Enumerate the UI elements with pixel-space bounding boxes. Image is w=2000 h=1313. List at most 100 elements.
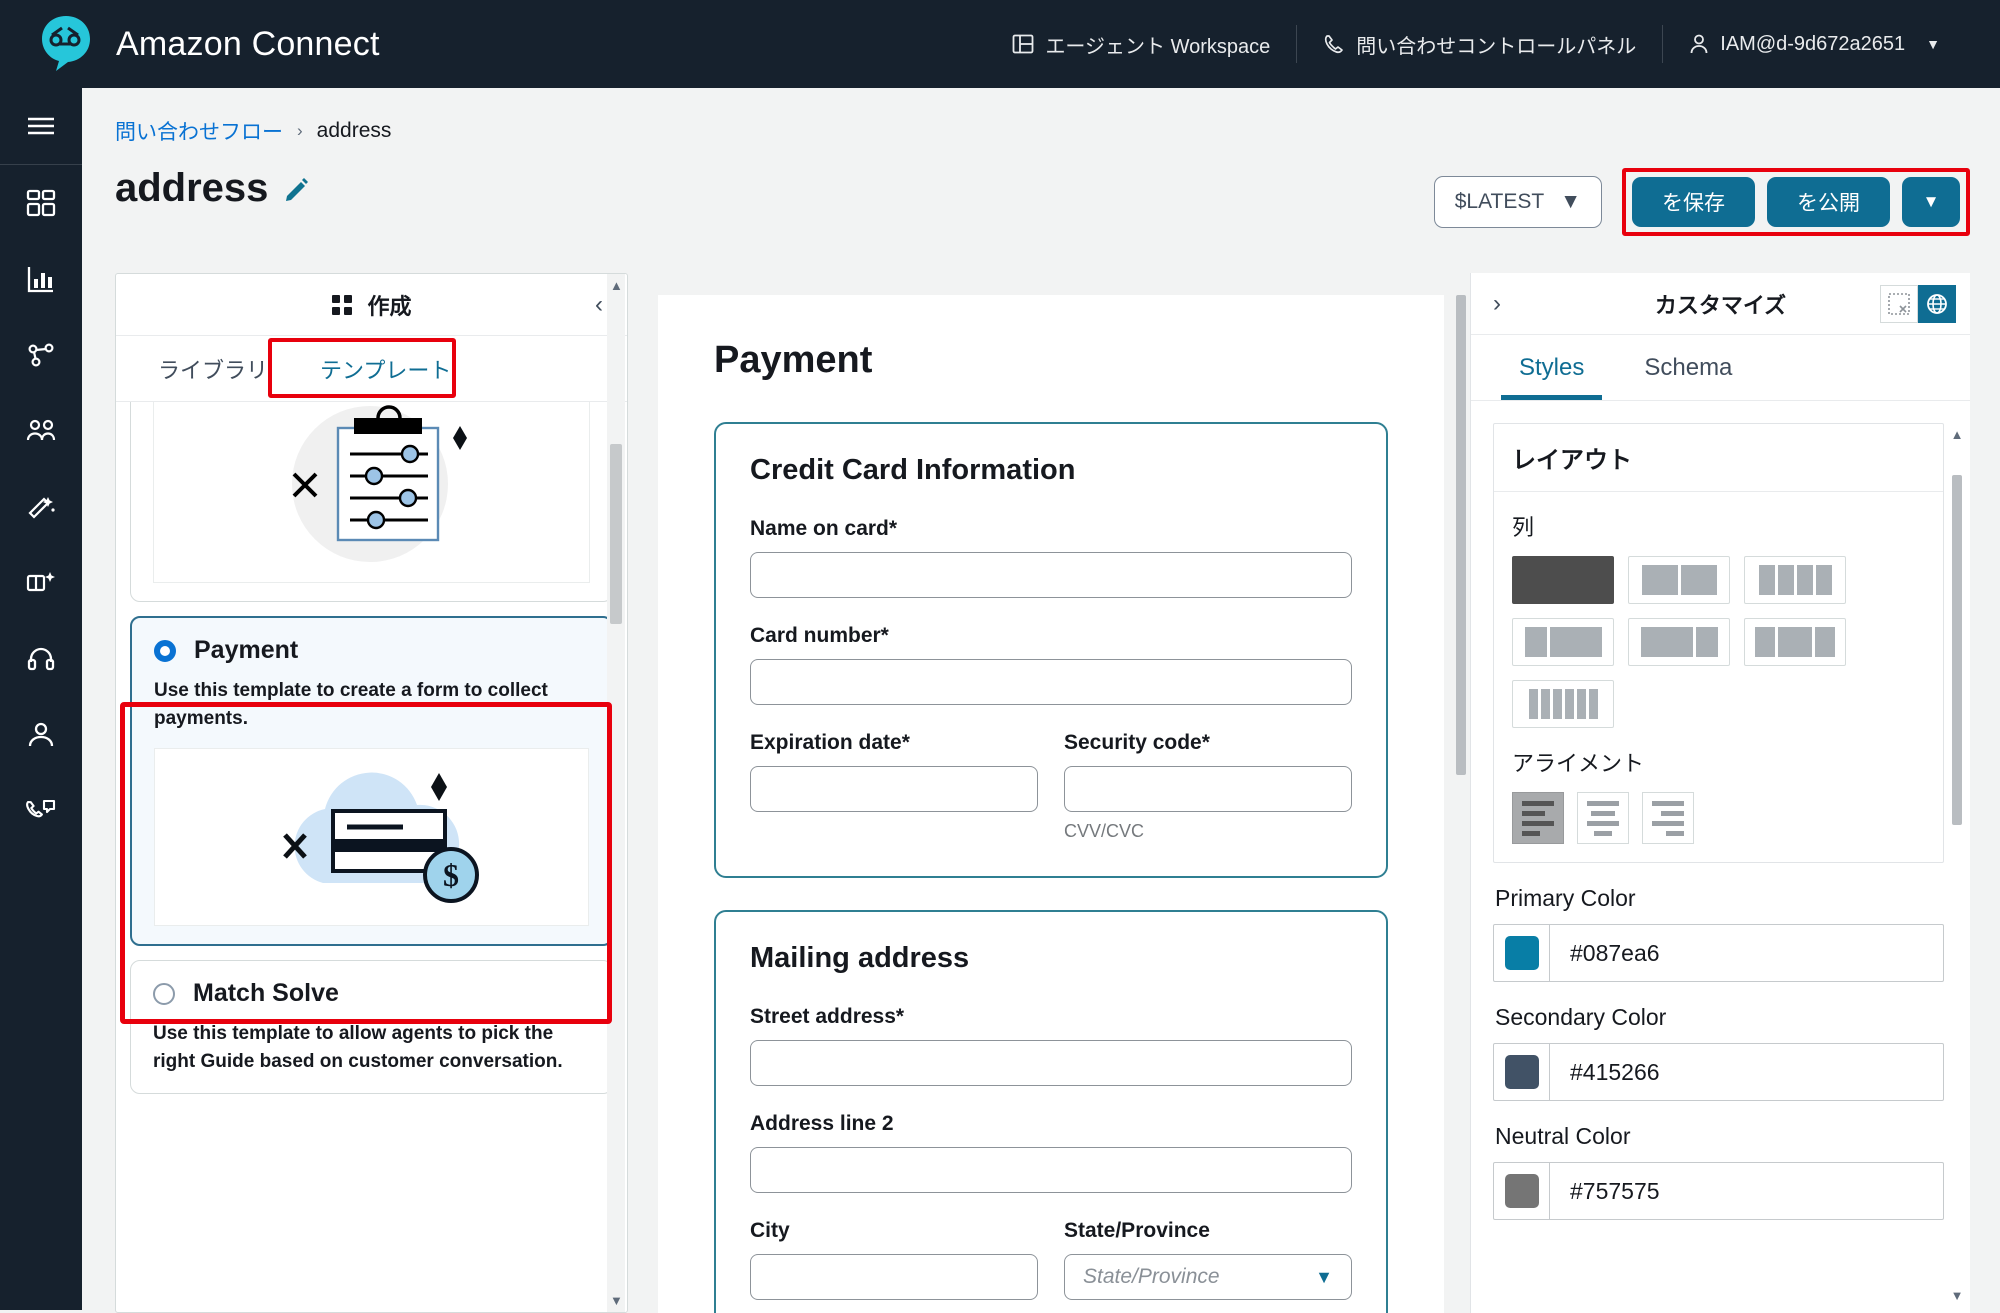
- name-on-card-input[interactable]: [750, 552, 1352, 598]
- sidebar-item-routing[interactable]: [0, 317, 82, 393]
- column-option-1-2-1[interactable]: [1744, 618, 1846, 666]
- sidebar-item-headset[interactable]: [0, 621, 82, 697]
- fieldset-legend-credit-card: Credit Card Information: [750, 454, 1076, 486]
- secondary-color-field[interactable]: #415266: [1493, 1043, 1944, 1101]
- field-security-code: Security code* CVV/CVC: [1064, 731, 1352, 842]
- tab-styles[interactable]: Styles: [1489, 335, 1614, 400]
- fieldset-credit-card: Credit Card Information Name on card* Ca…: [714, 422, 1388, 878]
- field-label: Name on card*: [750, 517, 898, 540]
- routing-flow-icon: [26, 340, 56, 370]
- street-address-input[interactable]: [750, 1040, 1352, 1086]
- column-option-6[interactable]: [1512, 680, 1614, 728]
- phone-chat-icon: [25, 797, 57, 825]
- primary-color-field[interactable]: #087ea6: [1493, 924, 1944, 982]
- customize-panel-body: レイアウト 列 アライメント Primary Color #087ea6 Sec…: [1471, 401, 1970, 1313]
- tab-schema[interactable]: Schema: [1614, 335, 1762, 400]
- tab-templates[interactable]: テンプレート: [294, 336, 477, 401]
- headset-icon: [26, 644, 56, 674]
- scrollbar-thumb[interactable]: [610, 444, 622, 624]
- column-option-1-2[interactable]: [1512, 618, 1614, 666]
- sidebar-item-phone-chat[interactable]: [0, 773, 82, 849]
- chevron-left-icon[interactable]: ‹: [595, 291, 603, 319]
- expiration-date-input[interactable]: [750, 766, 1038, 812]
- sidebar-item-magic[interactable]: [0, 469, 82, 545]
- template-card-match-solve[interactable]: Match Solve Use this template to allow a…: [130, 960, 613, 1095]
- page-title: address: [115, 166, 269, 210]
- secondary-color-value: #415266: [1570, 1058, 1660, 1085]
- template-card-partial[interactable]: [130, 402, 613, 602]
- align-center-icon[interactable]: [1577, 792, 1629, 844]
- state-province-select[interactable]: State/Province ▼: [1064, 1254, 1352, 1300]
- template-radio-match-solve[interactable]: [153, 982, 175, 1005]
- field-street-address: Street address*: [750, 1005, 1352, 1086]
- phone-icon: [1323, 33, 1345, 55]
- column-option-2[interactable]: [1628, 556, 1730, 604]
- workspace-icon: [1012, 33, 1034, 55]
- build-panel-tabs: ライブラリ テンプレート: [116, 336, 627, 402]
- template-card-payment[interactable]: Payment Use this template to create a fo…: [130, 616, 613, 947]
- column-block: [1588, 689, 1598, 719]
- canvas-scrollbar[interactable]: [1454, 295, 1468, 1313]
- color-swatch-icon: [1504, 1174, 1539, 1208]
- template-name-match-solve: Match Solve: [193, 979, 339, 1008]
- chevron-right-icon[interactable]: ›: [1493, 290, 1501, 318]
- top-navigation-right: エージェント Workspace 問い合わせコントロールパネル IAM@d-9d…: [986, 0, 2000, 88]
- template-list[interactable]: Payment Use this template to create a fo…: [116, 402, 627, 1312]
- sidebar-item-agent[interactable]: [0, 697, 82, 773]
- template-description-payment: Use this template to create a form to co…: [154, 680, 548, 729]
- city-input[interactable]: [750, 1254, 1038, 1300]
- column-option-1[interactable]: [1512, 556, 1614, 604]
- pencil-icon[interactable]: [284, 176, 310, 202]
- sidebar-item-analytics[interactable]: [0, 241, 82, 317]
- customize-panel-scrollbar[interactable]: ▲ ▼: [1950, 427, 1964, 1303]
- field-address-line-2: Address line 2: [750, 1112, 1352, 1193]
- grid-icon: [331, 294, 353, 316]
- color-swatch-icon: [1504, 936, 1539, 970]
- primary-color-value: #087ea6: [1570, 939, 1660, 966]
- sidebar-item-guides[interactable]: [0, 545, 82, 621]
- scroll-up-icon[interactable]: ▲: [1950, 427, 1964, 442]
- align-right-icon[interactable]: [1642, 792, 1694, 844]
- save-button[interactable]: を保存: [1632, 177, 1755, 227]
- alignment-label: アライメント: [1512, 751, 1645, 776]
- column-option-2-1[interactable]: [1628, 618, 1730, 666]
- align-left-icon[interactable]: [1512, 792, 1564, 844]
- nav-agent-workspace-label: エージェント Workspace: [1045, 35, 1271, 58]
- column-block: [1564, 689, 1574, 719]
- brand-area[interactable]: Amazon Connect: [0, 14, 380, 74]
- address-line-2-input[interactable]: [750, 1147, 1352, 1193]
- nav-user-label: IAM@d-9d672a2651: [1720, 32, 1906, 55]
- scroll-up-icon[interactable]: ▲: [610, 278, 623, 293]
- column-block: [1777, 565, 1794, 595]
- nav-user-menu[interactable]: IAM@d-9d672a2651 ▼: [1663, 25, 1966, 63]
- publish-button[interactable]: を公開: [1767, 177, 1890, 227]
- neutral-color-field[interactable]: #757575: [1493, 1162, 1944, 1220]
- scrollbar-thumb[interactable]: [1456, 295, 1466, 775]
- scrollbar-thumb[interactable]: [1952, 475, 1962, 825]
- scroll-down-icon[interactable]: ▼: [610, 1293, 623, 1308]
- selection-frame-icon[interactable]: [1880, 284, 1918, 323]
- nav-contact-control-panel[interactable]: 問い合わせコントロールパネル: [1297, 25, 1662, 63]
- hamburger-menu-icon[interactable]: [0, 88, 82, 164]
- template-list-scrollbar[interactable]: ▲ ▼: [607, 274, 625, 1312]
- chevron-down-icon: ▼: [1926, 36, 1940, 52]
- card-number-input[interactable]: [750, 659, 1352, 705]
- sidebar-item-users[interactable]: [0, 393, 82, 469]
- column-option-4[interactable]: [1744, 556, 1846, 604]
- more-actions-button[interactable]: ▼: [1902, 177, 1960, 227]
- nav-agent-workspace[interactable]: エージェント Workspace: [986, 25, 1296, 63]
- scroll-down-icon[interactable]: ▼: [1950, 1288, 1964, 1303]
- field-state-province: State/Province State/Province ▼: [1064, 1219, 1352, 1300]
- secondary-color-swatch-wrap[interactable]: [1494, 1044, 1550, 1100]
- template-radio-payment[interactable]: [154, 639, 176, 662]
- neutral-color-swatch-wrap[interactable]: [1494, 1163, 1550, 1219]
- version-select[interactable]: $LATEST ▼: [1433, 176, 1602, 228]
- field-row-city-state: City State/Province State/Province ▼: [750, 1219, 1352, 1300]
- left-icon-rail: [0, 88, 82, 1310]
- globe-icon[interactable]: [1918, 284, 1956, 323]
- tab-library[interactable]: ライブラリ: [132, 336, 294, 401]
- breadcrumb-root-link[interactable]: 問い合わせフロー: [115, 116, 283, 146]
- primary-color-swatch-wrap[interactable]: [1494, 925, 1550, 981]
- sidebar-item-dashboard[interactable]: [0, 165, 82, 241]
- security-code-input[interactable]: [1064, 766, 1352, 812]
